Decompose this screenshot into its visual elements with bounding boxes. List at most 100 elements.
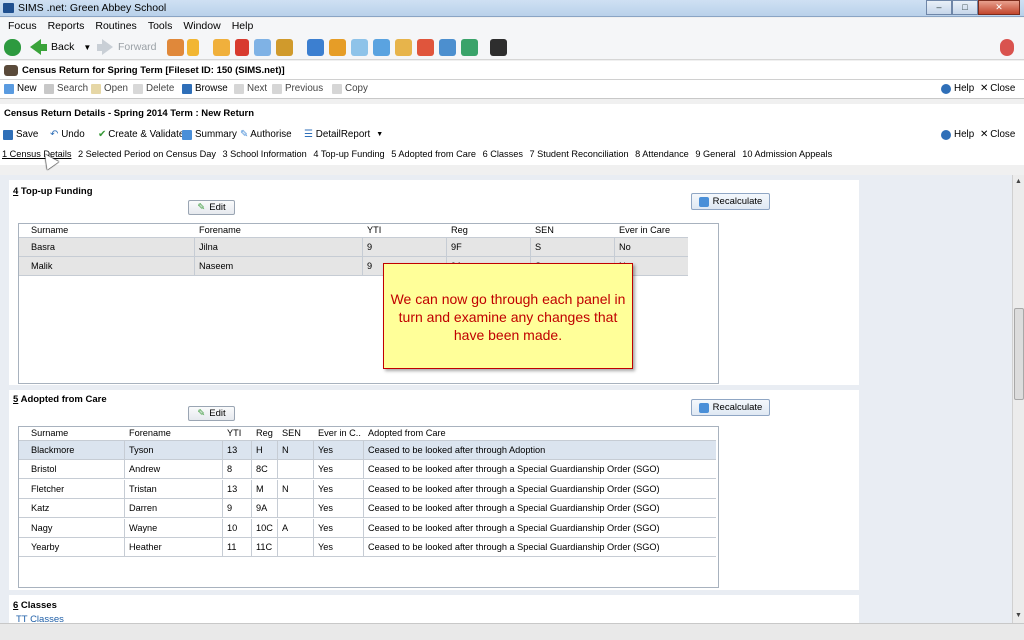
table-row[interactable]: Bristol Andrew 8 8C Yes Ceased to be looked a… [19, 460, 716, 480]
recalculate-button[interactable]: Recalculate [691, 193, 770, 210]
col-surname[interactable]: Surname [27, 224, 187, 238]
panel-title: 4 Top-up Funding [13, 186, 93, 197]
forward-label: Forward [118, 41, 157, 53]
table-row[interactable]: Basra Jilna 9 9F S No [19, 238, 688, 257]
tutorial-callout: We can now go through each panel in turn… [383, 263, 633, 369]
save-button[interactable]: Save [3, 129, 38, 140]
menu-focus[interactable]: Focus [5, 18, 40, 34]
previous-button[interactable]: Previous [272, 83, 323, 94]
edit-button[interactable]: ✎ Edit [188, 406, 235, 421]
col-surname[interactable]: Surname [27, 427, 123, 441]
tiles-icon[interactable] [490, 38, 507, 56]
people-icon[interactable] [167, 38, 184, 56]
col-sen[interactable]: SEN [531, 224, 611, 238]
search-icon [44, 83, 54, 94]
notes-icon[interactable] [254, 38, 271, 56]
message-icon[interactable] [1000, 38, 1014, 56]
table-row[interactable]: Yearby Heather 11 11C Yes Ceased to be looked… [19, 538, 716, 557]
col-forename[interactable]: Forename [125, 427, 221, 441]
edit-button[interactable]: ✎ Edit [188, 200, 235, 215]
help-button[interactable]: Help [941, 129, 974, 140]
home-icon[interactable] [4, 38, 21, 56]
authorise-button[interactable]: ✎ Authorise [240, 129, 292, 140]
menu-routines[interactable]: Routines [92, 18, 139, 34]
col-sen[interactable]: SEN [278, 427, 314, 441]
tab-student-reconciliation[interactable]: 7 Student Reconciliation [529, 149, 628, 159]
menu-window[interactable]: Window [180, 18, 223, 34]
back-button[interactable]: Back ▼ [30, 38, 91, 56]
details-toolbar: Save ↶ Undo ✔ Create & Validate Summary ✎ A… [0, 120, 1024, 165]
toolbar-module-icons [167, 38, 507, 56]
vertical-scrollbar[interactable]: ▲ ▼ [1012, 175, 1024, 623]
next-button[interactable]: Next [234, 83, 267, 94]
scroll-up-icon[interactable]: ▲ [1015, 178, 1022, 185]
minimize-button[interactable]: – [926, 0, 952, 15]
tab-attendance[interactable]: 8 Attendance [635, 149, 689, 159]
book-icon[interactable] [351, 38, 368, 56]
col-reg[interactable]: Reg [252, 427, 280, 441]
menu-reports[interactable]: Reports [45, 18, 88, 34]
forward-button[interactable]: Forward [97, 38, 157, 56]
browse-icon [182, 83, 192, 94]
previous-icon [272, 83, 282, 94]
col-reg[interactable]: Reg [447, 224, 527, 238]
panel-content: 4 Top-up Funding ✎ Edit Recalculate Surna… [0, 175, 1012, 623]
col-adopted-from-care[interactable]: Adopted from Care [364, 427, 704, 441]
list-icon: ☰ [304, 129, 313, 140]
tab-census-details[interactable]: 1 Census Details [2, 149, 71, 159]
close-icon: ✕ [980, 129, 989, 140]
table-row[interactable]: Nagy Wayne 10 10C A Yes Ceased to be looked af… [19, 518, 716, 538]
undo-button[interactable]: ↶ Undo [50, 129, 85, 140]
delete-icon [133, 83, 143, 94]
tab-admission-appeals[interactable]: 10 Admission Appeals [742, 149, 832, 159]
folder-icon[interactable] [213, 38, 230, 56]
recalculate-button[interactable]: Recalculate [691, 399, 770, 416]
person-icon[interactable] [187, 38, 199, 56]
delete-button[interactable]: Delete [133, 83, 174, 94]
detail-report-button[interactable]: ☰ DetailReport ▼ [304, 129, 383, 140]
close-button[interactable]: ✕ Close [980, 129, 1015, 140]
tab-general[interactable]: 9 General [695, 149, 735, 159]
class-icon[interactable] [329, 38, 346, 56]
tt-classes-link[interactable]: TT Classes [16, 614, 64, 623]
copy-button[interactable]: Copy [332, 83, 368, 94]
maximize-button[interactable]: □ [952, 0, 978, 15]
tab-classes[interactable]: 6 Classes [483, 149, 523, 159]
table-row[interactable]: Fletcher Tristan 13 M N Yes Ceased to be looke… [19, 479, 716, 499]
tab-top-up-funding[interactable]: 4 Top-up Funding [313, 149, 384, 159]
edit-sheet-icon[interactable] [373, 38, 390, 56]
tab-adopted-from-care[interactable]: 5 Adopted from Care [391, 149, 476, 159]
chevron-down-icon[interactable]: ▼ [376, 131, 383, 138]
summary-button[interactable]: Summary [182, 129, 237, 140]
group-icon[interactable] [307, 38, 324, 56]
col-ever-in-care[interactable]: Ever in Care [615, 224, 695, 238]
help-button-top[interactable]: Help [941, 83, 974, 94]
user-icon[interactable] [439, 38, 456, 56]
flag-icon[interactable] [235, 38, 249, 56]
menu-tools[interactable]: Tools [145, 18, 176, 34]
col-ever-in-care[interactable]: Ever in C.. [314, 427, 362, 441]
table-row[interactable]: Blackmore Tyson 13 H N Yes Ceased to be looked… [19, 441, 716, 460]
close-window-button[interactable]: ✕ [978, 0, 1020, 15]
browse-button[interactable]: Browse [182, 83, 228, 94]
table-row[interactable]: Katz Darren 9 9A Yes Ceased to be looked afte… [19, 499, 716, 519]
calendar-icon[interactable] [276, 38, 293, 56]
chevron-down-icon[interactable]: ▼ [83, 43, 91, 52]
menu-help[interactable]: Help [229, 18, 257, 34]
create-validate-button[interactable]: ✔ Create & Validate [98, 129, 184, 140]
exchange-icon[interactable] [461, 38, 478, 56]
scroll-thumb[interactable] [1014, 308, 1024, 400]
search-button[interactable]: Search [44, 83, 88, 94]
scroll-down-icon[interactable]: ▼ [1015, 612, 1022, 619]
col-forename[interactable]: Forename [195, 224, 355, 238]
open-button[interactable]: Open [91, 83, 128, 94]
save-icon [3, 129, 13, 140]
tab-selected-period[interactable]: 2 Selected Period on Census Day [78, 149, 216, 159]
new-button[interactable]: New [4, 83, 37, 94]
close-button-top[interactable]: ✕ Close [980, 83, 1015, 94]
col-yti[interactable]: YTI [363, 224, 443, 238]
clock-icon[interactable] [417, 38, 434, 56]
tab-school-information[interactable]: 3 School Information [222, 149, 306, 159]
col-yti[interactable]: YTI [223, 427, 251, 441]
reports-icon[interactable] [395, 38, 412, 56]
